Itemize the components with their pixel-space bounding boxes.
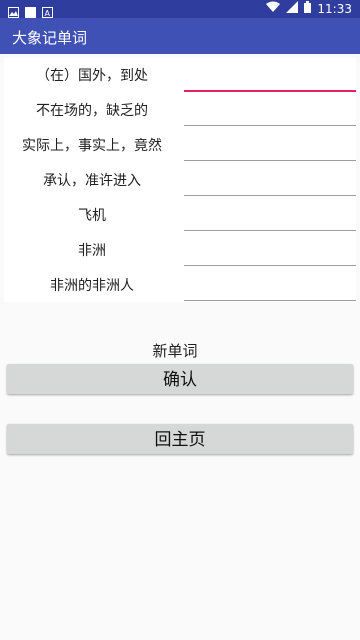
- word-label: 非洲的非洲人: [50, 278, 134, 294]
- home-button[interactable]: 回主页: [7, 424, 353, 454]
- signal-icon: [286, 1, 299, 16]
- square-icon: [25, 3, 36, 18]
- word-label: 飞机: [78, 208, 106, 224]
- word-input[interactable]: [184, 138, 356, 161]
- new-word-label: 新单词: [152, 342, 198, 360]
- word-label: 实际上，事实上，竟然: [22, 138, 162, 154]
- word-label: 不在场的，缺乏的: [36, 103, 148, 119]
- word-row: 非洲: [4, 233, 356, 268]
- status-time: 11:33: [317, 1, 352, 16]
- word-row: 承认，准许进入: [4, 163, 356, 198]
- word-row: 不在场的，缺乏的: [4, 93, 356, 128]
- word-row: 非洲的非洲人: [4, 268, 356, 303]
- word-input[interactable]: [184, 208, 356, 231]
- word-label: （在）国外，到处: [36, 68, 148, 84]
- word-input[interactable]: [184, 278, 356, 301]
- word-label: 非洲: [78, 243, 106, 259]
- status-left-icons: A: [8, 3, 53, 18]
- svg-text:A: A: [45, 9, 51, 18]
- status-right: 11:33: [266, 1, 352, 16]
- app-bar: 大象记单词: [0, 18, 360, 54]
- word-row: （在）国外，到处: [4, 58, 356, 93]
- font-icon: A: [42, 3, 53, 18]
- confirm-button[interactable]: 确认: [7, 364, 353, 394]
- wifi-icon: [266, 1, 281, 16]
- word-list: （在）国外，到处 不在场的，缺乏的 实际上，事实上，竟然 承认，准许进入 飞机 …: [4, 58, 356, 302]
- word-input[interactable]: [184, 68, 356, 92]
- word-input[interactable]: [184, 103, 356, 126]
- word-input[interactable]: [184, 173, 356, 196]
- battery-icon: [304, 1, 312, 16]
- word-input[interactable]: [184, 243, 356, 266]
- word-label: 承认，准许进入: [43, 173, 141, 189]
- word-row: 飞机: [4, 198, 356, 233]
- app-title: 大象记单词: [12, 29, 88, 47]
- status-bar: A 11:33: [0, 0, 360, 18]
- image-icon: [8, 3, 19, 18]
- word-row: 实际上，事实上，竟然: [4, 128, 356, 163]
